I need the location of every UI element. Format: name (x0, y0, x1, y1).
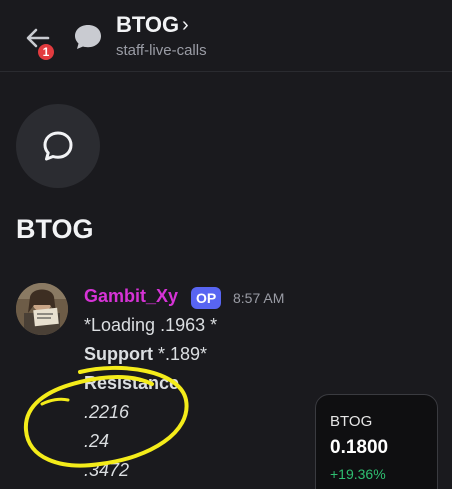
avatar-image (16, 283, 68, 335)
ticker-widget[interactable]: BTOG 0.1800 +19.36% (315, 394, 438, 489)
chat-bubble-icon (43, 131, 73, 161)
chevron-right-icon[interactable]: › (182, 14, 189, 37)
unread-badge: 1 (36, 42, 56, 62)
support-label: Support (84, 344, 153, 364)
thread-view: 1 BTOG › staff-live-calls BTOG Gambit_Xy… (0, 0, 452, 489)
ticker-symbol: BTOG (330, 413, 373, 430)
resistance-level-1: .2216 (84, 402, 130, 422)
ticker-change: +19.36% (330, 466, 386, 482)
resistance-level-3: .3472 (84, 460, 130, 480)
avatar[interactable] (16, 283, 68, 335)
message-line-support: Support *.189* (84, 344, 207, 365)
message-line-loading: *Loading .1963 * (84, 315, 218, 335)
back-button[interactable]: 1 (18, 20, 58, 62)
thread-title: BTOG (16, 214, 94, 244)
header-channel: staff-live-calls (116, 42, 207, 59)
op-tag: OP (191, 287, 222, 309)
message-timestamp: 8:57 AM (233, 290, 285, 306)
resistance-level-2: .24 (84, 431, 110, 451)
header-title[interactable]: BTOG (116, 12, 179, 38)
support-value: *.189* (153, 344, 208, 364)
ticker-price: 0.1800 (330, 437, 389, 458)
author-name[interactable]: Gambit_Xy (84, 286, 178, 307)
message-line-resistance: Resistance (84, 373, 180, 393)
header-bar: 1 BTOG › staff-live-calls (0, 0, 452, 72)
thread-hero-icon (16, 104, 100, 188)
thread-bubble-icon (75, 25, 101, 49)
